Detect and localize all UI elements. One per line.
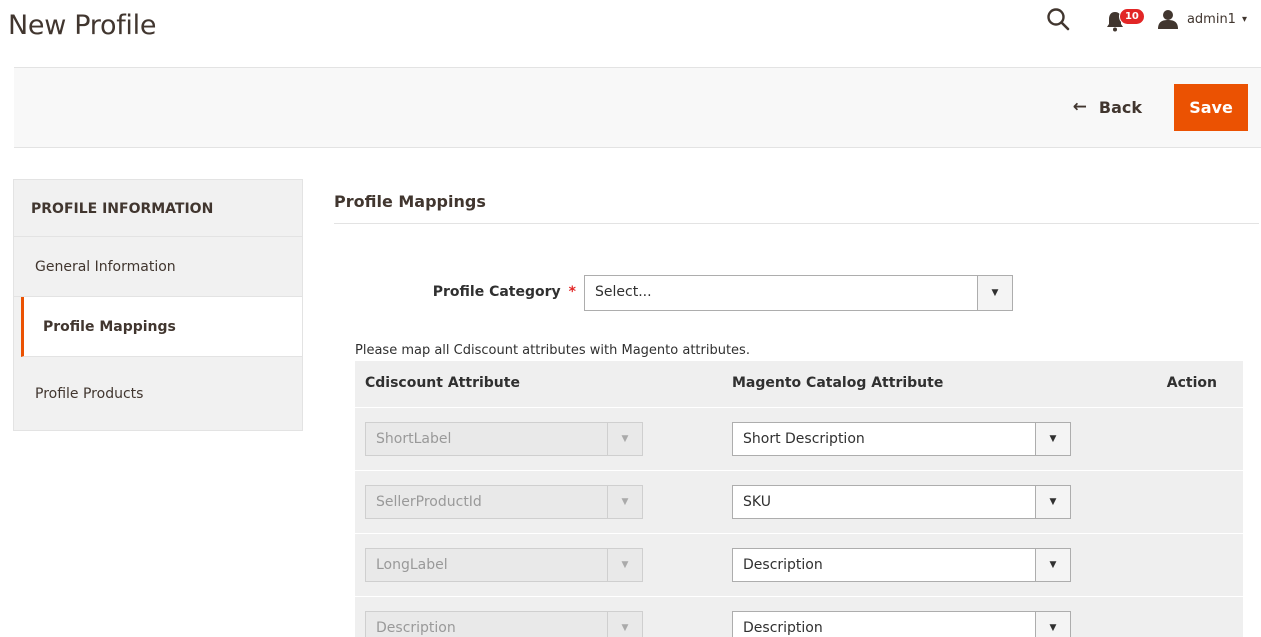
cdiscount-attribute-value: ShortLabel [376, 431, 452, 447]
chevron-down-icon: ▼ [1035, 486, 1070, 518]
search-icon[interactable] [1045, 6, 1071, 32]
main-content: Profile Mappings Profile Category * Selec… [334, 180, 1261, 637]
table-row: Description ▼ Description ▼ [355, 596, 1243, 637]
magento-attribute-select[interactable]: Short Description ▼ [732, 422, 1071, 456]
chevron-down-icon: ▼ [1035, 549, 1070, 581]
mapping-hint: Please map all Cdiscount attributes with… [355, 343, 750, 358]
magento-attribute-select[interactable]: Description ▼ [732, 611, 1071, 637]
magento-attribute-select[interactable]: Description ▼ [732, 548, 1071, 582]
chevron-down-icon: ▼ [977, 276, 1012, 310]
header-actions: 10 admin1 ▾ [1045, 2, 1247, 36]
profile-category-select[interactable]: Select... ▼ [584, 275, 1013, 311]
back-button[interactable]: ← Back [1073, 97, 1142, 117]
cdiscount-attribute-select: Description ▼ [365, 611, 643, 637]
col-magento-catalog-attribute: Magento Catalog Attribute [732, 375, 944, 391]
cdiscount-attribute-select: SellerProductId ▼ [365, 485, 643, 519]
chevron-down-icon: ▾ [1241, 13, 1247, 25]
magento-attribute-value: Description [743, 557, 823, 573]
arrow-left-icon: ← [1072, 97, 1087, 117]
notification-count-badge: 10 [1118, 8, 1145, 25]
sidebar-item-general-information[interactable]: General Information [14, 237, 302, 297]
profile-category-label: Profile Category * [433, 284, 576, 300]
profile-category-label-text: Profile Category [432, 284, 561, 300]
table-row: SellerProductId ▼ SKU ▼ [355, 470, 1243, 533]
sidebar-item-profile-products[interactable]: Profile Products [14, 357, 302, 430]
magento-attribute-value: SKU [743, 494, 771, 510]
required-mark: * [568, 284, 576, 300]
user-icon [1157, 10, 1178, 29]
chevron-down-icon: ▼ [1035, 612, 1070, 637]
section-title: Profile Mappings [334, 180, 1259, 224]
cdiscount-attribute-value: LongLabel [376, 557, 448, 573]
profile-category-field: Profile Category * Select... ▼ [334, 275, 1034, 311]
sidebar-item-profile-mappings[interactable]: Profile Mappings [21, 297, 302, 357]
page-title: New Profile [8, 10, 157, 41]
cdiscount-attribute-value: Description [376, 620, 456, 636]
magento-attribute-value: Short Description [743, 431, 865, 447]
cdiscount-attribute-select: ShortLabel ▼ [365, 422, 643, 456]
magento-attribute-select[interactable]: SKU ▼ [732, 485, 1071, 519]
profile-category-value: Select... [595, 284, 652, 300]
notifications-button[interactable]: 10 [1105, 6, 1145, 32]
cdiscount-attribute-select: LongLabel ▼ [365, 548, 643, 582]
cdiscount-attribute-value: SellerProductId [376, 494, 482, 510]
chevron-down-icon: ▼ [607, 549, 642, 581]
chevron-down-icon: ▼ [607, 423, 642, 455]
sidebar-title: PROFILE INFORMATION [14, 180, 302, 237]
sidebar: PROFILE INFORMATION General Information … [13, 179, 303, 431]
table-row: LongLabel ▼ Description ▼ [355, 533, 1243, 596]
mapping-grid: Cdiscount Attribute Magento Catalog Attr… [355, 361, 1243, 637]
grid-header: Cdiscount Attribute Magento Catalog Attr… [355, 361, 1243, 407]
chevron-down-icon: ▼ [607, 612, 642, 637]
page-actions-bar: ← Back Save [14, 67, 1261, 148]
table-row: ShortLabel ▼ Short Description ▼ [355, 407, 1243, 470]
save-button[interactable]: Save [1174, 84, 1248, 131]
magento-attribute-value: Description [743, 620, 823, 636]
user-name: admin1 [1186, 11, 1236, 27]
chevron-down-icon: ▼ [607, 486, 642, 518]
user-menu[interactable]: admin1 ▾ [1157, 9, 1247, 29]
back-label: Back [1098, 97, 1142, 117]
col-cdiscount-attribute: Cdiscount Attribute [365, 375, 520, 391]
col-action: Action [1166, 375, 1217, 391]
chevron-down-icon: ▼ [1035, 423, 1070, 455]
